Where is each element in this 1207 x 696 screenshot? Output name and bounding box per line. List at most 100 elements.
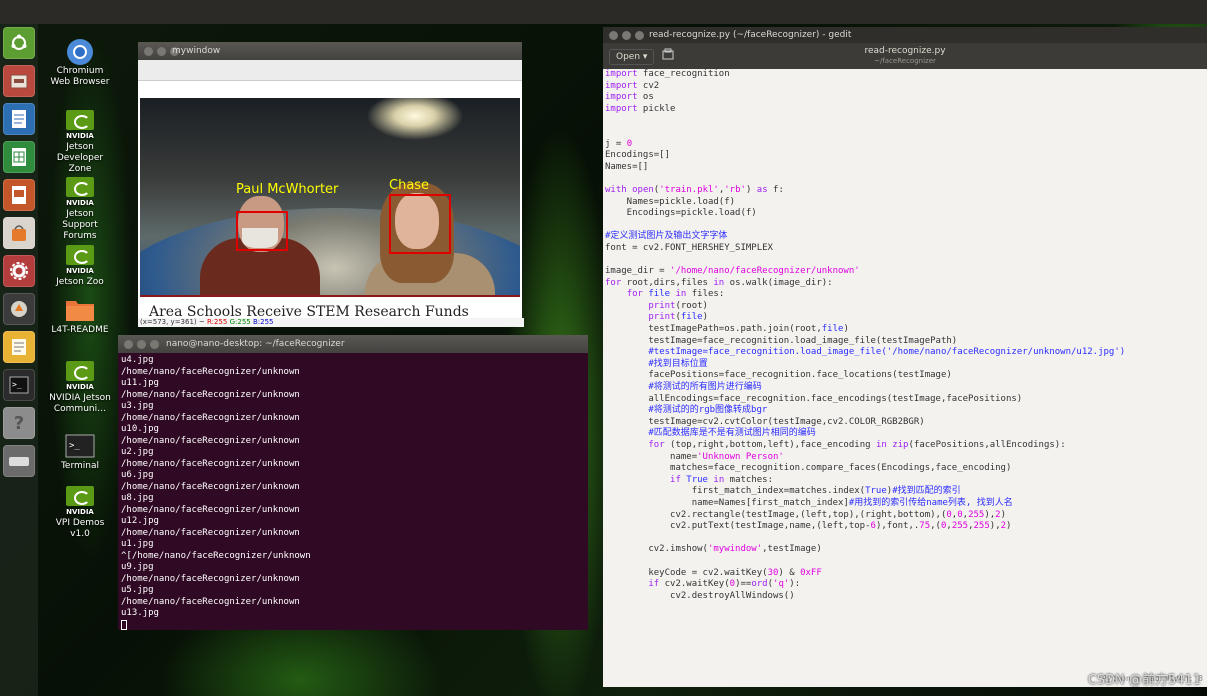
desktop-icon-nvidia-community[interactable]: NVIDIA NVIDIA Jetson Communi…	[48, 361, 112, 415]
terminal-output[interactable]: u4.jpg/home/nano/faceRecognizer/unknown u…	[118, 353, 588, 630]
document-title: read-recognize.py	[864, 46, 946, 56]
face-detection-box	[236, 211, 288, 251]
ubuntu-icon[interactable]	[3, 27, 35, 59]
terminal-line: /home/nano/faceRecognizer/unknown	[121, 458, 300, 469]
terminal-line: /home/nano/faceRecognizer/unknown	[121, 412, 300, 423]
status-bar: (x=573, y=361) ~ R:255 G:255 B:255	[138, 318, 524, 327]
settings-icon[interactable]	[3, 255, 35, 287]
updater-icon[interactable]	[3, 293, 35, 325]
nvidia-icon	[66, 245, 94, 265]
code-editor[interactable]: import face_recognition import cv2 impor…	[603, 69, 1207, 687]
terminal-line: /home/nano/faceRecognizer/unknown	[121, 389, 300, 400]
terminal-line: u2.jpg	[121, 447, 154, 457]
software-icon[interactable]	[3, 217, 35, 249]
desktop-icon-label: NVIDIA Jetson Communi…	[49, 393, 111, 414]
chromium-icon	[66, 38, 94, 65]
terminal-titlebar[interactable]: nano@nano-desktop: ~/faceRecognizer	[118, 335, 588, 353]
gedit-headerbar: Open ▾ read-recognize.py ~/faceRecognize…	[603, 43, 1207, 69]
drive-icon[interactable]	[3, 445, 35, 477]
code-text[interactable]: import face_recognition import cv2 impor…	[603, 69, 1207, 602]
calc-icon[interactable]	[3, 141, 35, 173]
terminal-icon[interactable]: >_	[3, 369, 35, 401]
top-panel	[0, 0, 1207, 24]
red-value: R:255	[206, 318, 228, 326]
terminal-line: u10.jpg	[121, 424, 159, 434]
terminal-window: nano@nano-desktop: ~/faceRecognizer u4.j…	[118, 335, 588, 630]
writer-icon[interactable]	[3, 103, 35, 135]
video-frame: Paul McWhorter Chase	[140, 98, 520, 297]
face-label: Chase	[389, 178, 430, 193]
nvidia-wordmark: NVIDIA	[66, 267, 94, 275]
desktop-icon-label: Chromium Web Browser	[50, 66, 110, 87]
nvidia-wordmark: NVIDIA	[66, 132, 94, 140]
toolbar	[138, 60, 522, 81]
mywindow-titlebar[interactable]: mywindow	[138, 42, 522, 60]
text-editor-icon[interactable]	[3, 331, 35, 363]
desktop-icon-jetson-zoo[interactable]: NVIDIA Jetson Zoo	[48, 245, 112, 288]
cursor-coords: (x=573, y=361) ~	[140, 318, 207, 326]
watermark: CSDN @前方5411	[1087, 673, 1201, 688]
terminal-line: /home/nano/faceRecognizer/unknown	[121, 435, 300, 446]
close-button[interactable]	[124, 340, 133, 349]
desktop-icon-terminal[interactable]: >_ Terminal	[48, 434, 112, 472]
nvidia-icon	[66, 177, 94, 197]
face-detection-box	[389, 194, 451, 254]
green-value: G:255	[229, 318, 251, 326]
terminal-line: /home/nano/faceRecognizer/unknown	[121, 366, 300, 377]
minimize-button[interactable]	[157, 47, 166, 56]
nvidia-icon	[66, 361, 94, 381]
image-canvas[interactable]: Paul McWhorter Chase Area Schools Receiv…	[138, 60, 524, 327]
svg-text:>_: >_	[69, 441, 80, 451]
close-button[interactable]	[609, 31, 618, 40]
terminal-line: u3.jpg	[121, 401, 154, 411]
gedit-titlebar[interactable]: read-recognize.py (~/faceRecognizer) - g…	[603, 27, 1207, 43]
terminal-line: /home/nano/faceRecognizer/unknown	[121, 596, 300, 607]
terminal-line: /home/nano/faceRecognizer/unknown	[121, 527, 300, 538]
blue-value: B:255	[252, 318, 274, 326]
desktop-icon-vpi-demos[interactable]: NVIDIA VPI Demos v1.0	[48, 486, 112, 540]
terminal-line: /home/nano/faceRecognizer/unknown	[121, 481, 300, 492]
terminal-line: ^[/home/nano/faceRecognizer/unknown	[121, 550, 311, 561]
desktop-icon-label: VPI Demos v1.0	[55, 518, 105, 539]
minimize-button[interactable]	[622, 31, 631, 40]
maximize-button[interactable]	[150, 340, 159, 349]
mywindow-window: mywindow Paul McWhorter Chase Area Schoo…	[138, 42, 524, 327]
divider	[140, 295, 520, 297]
nvidia-wordmark: NVIDIA	[66, 199, 94, 207]
terminal-line: u9.jpg	[121, 562, 154, 572]
terminal-line: /home/nano/faceRecognizer/unknown	[121, 504, 300, 515]
gedit-window: read-recognize.py (~/faceRecognizer) - g…	[603, 27, 1207, 687]
impress-icon[interactable]	[3, 179, 35, 211]
nvidia-icon	[66, 110, 94, 130]
terminal-icon: >_	[65, 434, 95, 458]
close-button[interactable]	[144, 47, 153, 56]
window-title: nano@nano-desktop: ~/faceRecognizer	[166, 339, 345, 349]
nvidia-wordmark: NVIDIA	[66, 508, 94, 516]
terminal-line: u11.jpg	[121, 378, 159, 388]
files-icon[interactable]	[3, 65, 35, 97]
terminal-line: u6.jpg	[121, 470, 154, 480]
desktop-icon-label: Terminal	[60, 461, 100, 471]
window-title: read-recognize.py (~/faceRecognizer) - g…	[649, 30, 852, 40]
nvidia-icon	[66, 486, 94, 506]
help-icon[interactable]: ?	[3, 407, 35, 439]
terminal-cursor	[121, 619, 127, 630]
desktop-icon-label: Jetson Developer Zone	[56, 142, 104, 174]
terminal-line: u13.jpg	[121, 608, 159, 618]
terminal-line: u12.jpg	[121, 516, 159, 526]
minimize-button[interactable]	[137, 340, 146, 349]
document-path: ~/faceRecognizer	[874, 57, 936, 65]
desktop-icon-jetson-dev-zone[interactable]: NVIDIA Jetson Developer Zone	[48, 110, 112, 175]
window-title: mywindow	[172, 46, 221, 56]
desktop-icon-chromium[interactable]: Chromium Web Browser	[48, 38, 112, 88]
terminal-line: u5.jpg	[121, 585, 154, 595]
terminal-line: u1.jpg	[121, 539, 154, 549]
terminal-line: u4.jpg	[121, 355, 154, 365]
desktop-icon-label: Jetson Support Forums	[62, 209, 98, 241]
terminal-line: /home/nano/faceRecognizer/unknown	[121, 573, 300, 584]
desktop-icon-label: L4T-README	[51, 325, 109, 335]
maximize-button[interactable]	[635, 31, 644, 40]
nvidia-wordmark: NVIDIA	[66, 383, 94, 391]
desktop-icon-l4t-readme[interactable]: L4T-README	[48, 296, 112, 336]
desktop-icon-jetson-forums[interactable]: NVIDIA Jetson Support Forums	[48, 177, 112, 242]
